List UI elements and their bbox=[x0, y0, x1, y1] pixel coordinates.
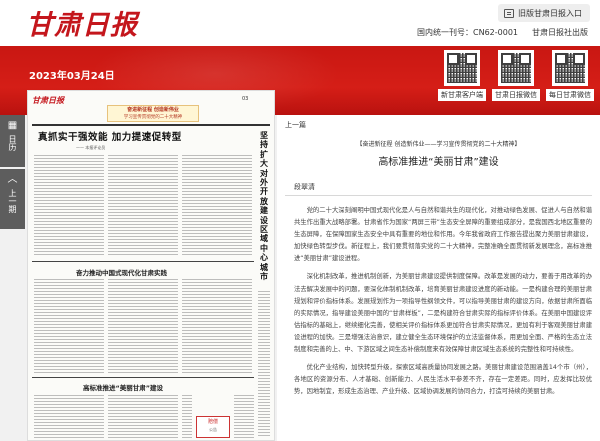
paper-masthead: 甘肃日报 bbox=[32, 95, 64, 105]
article-divider bbox=[285, 195, 592, 196]
article-title: 高标准推进“美丽甘肃”建设 bbox=[378, 157, 499, 168]
publication-info: 国内统一刊号：CN62-0001 甘肃日报社出版 bbox=[417, 27, 588, 38]
paper-top-rule bbox=[32, 124, 270, 126]
issue-date: 2023年03月24日 bbox=[29, 71, 115, 82]
qr-app-client[interactable]: 新甘肃客户端 bbox=[438, 50, 486, 101]
issn-text: 国内统一刊号：CN62-0001 bbox=[417, 28, 518, 37]
qr-wechat-gsrb[interactable]: 甘肃日报微信 bbox=[492, 50, 540, 101]
text-column bbox=[108, 395, 178, 439]
publisher-text: 甘肃日报社出版 bbox=[532, 28, 588, 37]
text-column bbox=[34, 395, 104, 439]
calendar-button[interactable]: ▦ 日历 bbox=[0, 115, 25, 167]
top-header: 甘肃日报 旧版甘肃日报入口 国内统一刊号：CN62-0001 甘肃日报社出版 bbox=[0, 0, 600, 46]
article-paragraph: 党的二十大深刻阐明中国式现代化是人与自然和谐共生的现代化，对推动绿色发展、促进人… bbox=[294, 207, 592, 263]
text-column bbox=[182, 279, 252, 375]
qr-code-icon bbox=[498, 50, 534, 86]
prev-issue-button[interactable]: ︿ 上一期 bbox=[0, 169, 25, 229]
text-column bbox=[182, 395, 192, 439]
calendar-label: 日历 bbox=[8, 135, 17, 151]
paper-vertical-headline[interactable]: 坚持扩大对外开放 建设区域中心城市 bbox=[258, 130, 270, 282]
section-rule bbox=[32, 377, 254, 378]
article-author: 段翠清 bbox=[294, 183, 315, 191]
ad-subtitle: 公告 bbox=[209, 427, 217, 432]
old-version-icon bbox=[504, 8, 514, 18]
qr-caption: 新甘肃客户端 bbox=[438, 89, 486, 101]
article-paragraph: 优化产业结构，加快转型升级，探索区域高质量协同发展之路。美丽甘肃建设范围涵盖14… bbox=[294, 364, 592, 396]
paper-headline-2[interactable]: 奋力推动中国式现代化甘肃实践 bbox=[76, 267, 167, 277]
old-site-link[interactable]: 旧版甘肃日报入口 bbox=[498, 4, 590, 22]
prev-issue-label: 上一期 bbox=[8, 189, 17, 213]
paper-byline: —— 本报评论员 bbox=[76, 145, 106, 150]
text-column bbox=[258, 291, 270, 437]
qr-caption: 每日甘肃微信 bbox=[546, 89, 594, 101]
qr-code-icon bbox=[444, 50, 480, 86]
side-navigation: ▦ 日历 ︿ 上一期 bbox=[0, 115, 25, 231]
text-column bbox=[34, 279, 104, 375]
qr-code-icon bbox=[552, 50, 588, 86]
prev-article-link[interactable]: 上一篇 bbox=[285, 120, 306, 130]
ad-title: 赔偿 bbox=[207, 419, 218, 425]
old-site-link-label: 旧版甘肃日报入口 bbox=[518, 8, 582, 18]
paper-notice-ad: 赔偿 公告 bbox=[196, 416, 230, 438]
text-column bbox=[234, 395, 254, 439]
paper-headline[interactable]: 真抓实干强效能 加力提速促转型 bbox=[38, 129, 182, 143]
promo-subtitle: 学习宣传贯彻党的二十大精神 bbox=[123, 115, 183, 120]
newspaper-page[interactable]: 甘肃日报 03 奋进新征程 创造新伟业 学习宣传贯彻党的二十大精神 真抓实干强效… bbox=[27, 90, 275, 441]
article-body: 党的二十大深刻阐明中国式现代化是人与自然和谐共生的现代化，对推动绿色发展、促进人… bbox=[294, 205, 592, 404]
chevron-up-icon: ︿ bbox=[7, 174, 18, 185]
calendar-icon: ▦ bbox=[7, 120, 18, 131]
paper-headline-3[interactable]: 高标准推进“美丽甘肃”建设 bbox=[83, 382, 163, 392]
site-logo[interactable]: 甘肃日报 bbox=[26, 3, 138, 42]
article-kicker: 【奋进新征程 创造新伟业——学习宣传贯彻党的二十大精神】 bbox=[356, 141, 521, 148]
paper-promo-box: 奋进新征程 创造新伟业 学习宣传贯彻党的二十大精神 bbox=[107, 105, 199, 122]
article-paragraph: 深化机制改革，推进机制创新，为美丽甘肃建设提供制度保障。改革是发展的动力，要善于… bbox=[294, 273, 592, 354]
section-rule bbox=[32, 261, 254, 262]
promo-title: 奋进新征程 创造新伟业 bbox=[127, 107, 179, 113]
text-column bbox=[108, 155, 178, 257]
paper-page-number: 03 bbox=[242, 96, 249, 102]
article-panel: 上一篇 【奋进新征程 创造新伟业——学习宣传贯彻党的二十大精神】 高标准推进“美… bbox=[277, 115, 600, 441]
qr-wechat-daily[interactable]: 每日甘肃微信 bbox=[546, 50, 594, 101]
text-column bbox=[34, 155, 104, 257]
text-column bbox=[182, 155, 252, 257]
qr-caption: 甘肃日报微信 bbox=[492, 89, 540, 101]
text-column bbox=[108, 279, 178, 375]
